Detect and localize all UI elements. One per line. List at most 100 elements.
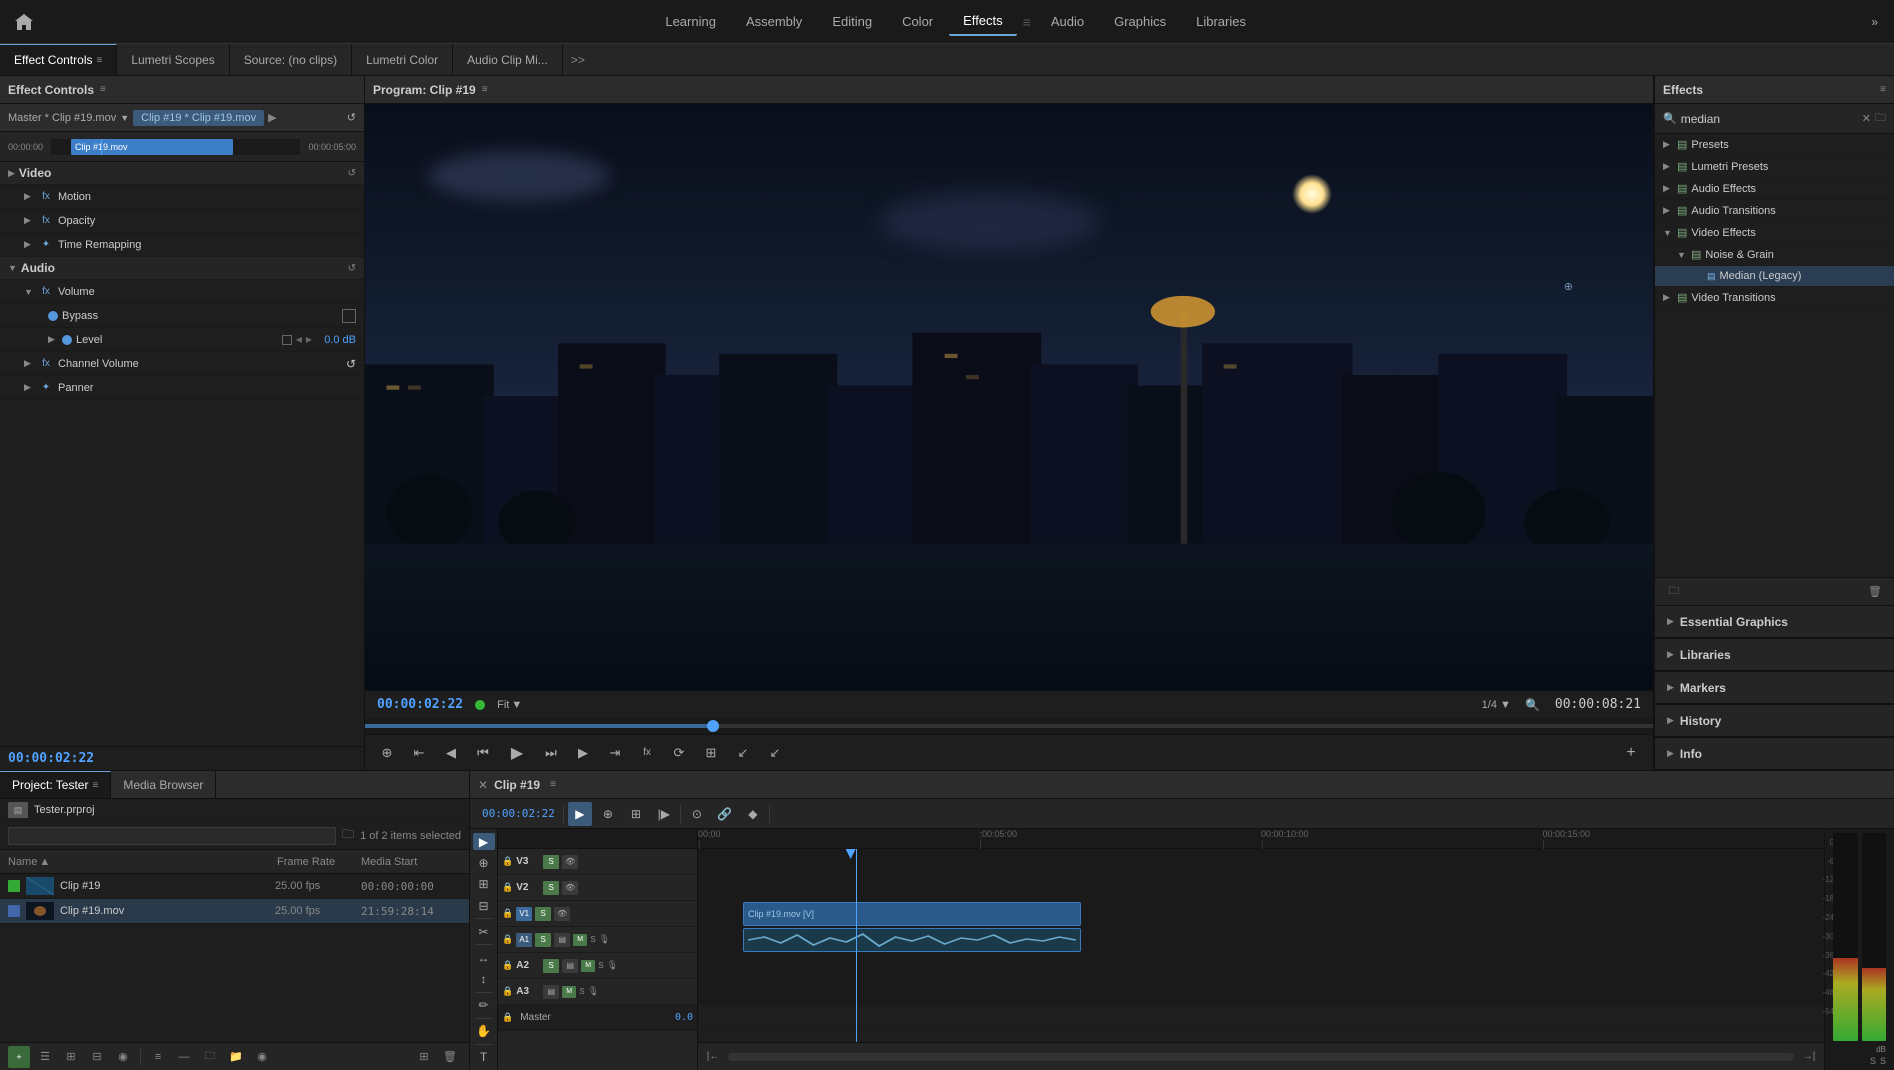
proj-metadata[interactable]: ◉ xyxy=(251,1046,273,1068)
nav-more-button[interactable]: » xyxy=(1863,15,1886,29)
transport-loop[interactable]: ⟳ xyxy=(665,739,693,767)
tab-media-browser[interactable]: Media Browser xyxy=(111,771,216,798)
transport-fx[interactable]: fx xyxy=(633,739,661,767)
v1-clip-block[interactable]: Clip #19.mov [V] xyxy=(743,902,1081,926)
transport-play[interactable]: ▶ xyxy=(501,737,533,769)
ec-reset-button[interactable]: ↺ xyxy=(347,111,356,124)
ratio-selector[interactable]: 1/4 ▼ xyxy=(1482,699,1511,711)
proj-icon-view[interactable]: ⊞ xyxy=(60,1046,82,1068)
master-value[interactable]: 0.0 xyxy=(675,1012,693,1023)
a2-lock[interactable]: 🔒 xyxy=(502,960,513,971)
ec-time-bar[interactable]: Clip #19.mov xyxy=(51,139,300,155)
v3-sync[interactable]: S xyxy=(543,855,559,869)
tl-tool-ripple[interactable]: ⊕ xyxy=(473,854,495,871)
v3-lock[interactable]: 🔒 xyxy=(502,856,513,867)
track-a2-content[interactable] xyxy=(698,953,1824,979)
v2-sync[interactable]: S xyxy=(543,881,559,895)
video-section-header[interactable]: ▶ Video ↺ xyxy=(0,162,364,185)
transport-multi-cam[interactable]: ⊞ xyxy=(697,739,725,767)
clip-name-selector[interactable]: Clip #19 * Clip #19.mov xyxy=(133,110,264,126)
effects-new-folder[interactable]: 🗀 xyxy=(1663,581,1685,603)
a2-sync[interactable]: S xyxy=(543,959,559,973)
libraries-header[interactable]: ▶ Libraries xyxy=(1655,639,1894,671)
effects-delete[interactable]: 🗑 xyxy=(1864,581,1886,603)
channel-vol-expand[interactable]: ▶ xyxy=(24,358,34,369)
track-a1-content[interactable] xyxy=(698,927,1824,953)
time-remap-expand[interactable]: ▶ xyxy=(24,239,34,250)
video-section-reset[interactable]: ↺ xyxy=(348,168,356,179)
tl-tool-razor[interactable]: ✂ xyxy=(473,923,495,940)
master-lock[interactable]: 🔒 xyxy=(502,1012,513,1023)
tl-tool-type[interactable]: T xyxy=(473,1049,495,1066)
track-a3-content[interactable] xyxy=(698,979,1824,1005)
transport-prev-edit[interactable]: ⏮ xyxy=(469,739,497,767)
a1-mute[interactable]: M xyxy=(573,934,587,946)
audio-section-header[interactable]: ▼ Audio ↺ xyxy=(0,257,364,280)
transport-insert[interactable]: ↙ xyxy=(729,739,757,767)
proj-magnifier[interactable]: ◉ xyxy=(112,1046,134,1068)
tl-select-tool[interactable]: ▶ xyxy=(568,802,592,826)
a2-expand[interactable]: ▤ xyxy=(562,959,578,973)
a1-solo[interactable]: S xyxy=(590,935,595,944)
tl-timecode-display[interactable]: 00:00:02:22 xyxy=(478,802,559,826)
a1-clip-block[interactable] xyxy=(743,928,1081,952)
level-value[interactable]: 0.0 dB xyxy=(316,334,356,346)
tl-tool-hand[interactable]: ✋ xyxy=(473,1023,495,1040)
a3-expand[interactable]: ▤ xyxy=(543,985,559,999)
a3-mute[interactable]: M xyxy=(562,986,576,998)
essential-graphics-header[interactable]: ▶ Essential Graphics xyxy=(1655,606,1894,638)
bypass-checkbox[interactable] xyxy=(342,309,356,323)
bypass-dot[interactable] xyxy=(48,311,58,321)
v2-eye[interactable]: 👁 xyxy=(562,881,578,895)
tl-tool-pen[interactable]: ✏ xyxy=(473,997,495,1014)
info-header[interactable]: ▶ Info xyxy=(1655,738,1894,770)
tl-linked[interactable]: 🔗 xyxy=(713,802,737,826)
a3-solo[interactable]: S xyxy=(579,987,584,996)
nav-libraries[interactable]: Libraries xyxy=(1182,8,1260,35)
timeline-close[interactable]: ✕ xyxy=(478,778,488,792)
proj-automate[interactable]: ≡ xyxy=(147,1046,169,1068)
proj-new-bin[interactable]: + xyxy=(8,1046,30,1068)
transport-back-to-in[interactable]: ⇤ xyxy=(405,739,433,767)
program-menu-icon[interactable]: ≡ xyxy=(482,84,488,95)
transport-overlay[interactable]: ↙ xyxy=(761,739,789,767)
master-dropdown-arrow[interactable]: ▼ xyxy=(120,113,129,123)
a2-mute[interactable]: M xyxy=(581,960,595,972)
tree-lumetri-presets[interactable]: ▶ ▤ Lumetri Presets xyxy=(1655,156,1894,178)
transport-next-edit[interactable]: ⏭ xyxy=(537,739,565,767)
scrub-head[interactable] xyxy=(707,720,719,732)
a2-solo[interactable]: S xyxy=(598,961,603,970)
tree-noise-grain[interactable]: ▼ ▤ Noise & Grain xyxy=(1655,244,1894,266)
proj-find[interactable]: — xyxy=(173,1046,195,1068)
proj-new-folder[interactable]: 📁 xyxy=(225,1046,247,1068)
project-item-clip19[interactable]: Clip #19 25.00 fps 00:00:00:00 xyxy=(0,874,469,899)
tree-presets[interactable]: ▶ ▤ Presets xyxy=(1655,134,1894,156)
nav-learning[interactable]: Learning xyxy=(651,8,730,35)
level-next[interactable]: ▶ xyxy=(306,335,312,344)
fit-dropdown[interactable]: Fit ▼ xyxy=(497,699,522,711)
v1-lock[interactable]: 🔒 xyxy=(502,908,513,919)
project-search-input[interactable] xyxy=(8,827,336,845)
monitor-current-time[interactable]: 00:00:02:22 xyxy=(377,697,463,712)
tl-scroll-bar[interactable] xyxy=(728,1053,1794,1061)
channel-vol-reset[interactable]: ↺ xyxy=(346,357,356,371)
history-header[interactable]: ▶ History xyxy=(1655,705,1894,737)
tree-median-legacy[interactable]: ▤ Median (Legacy) xyxy=(1655,266,1894,287)
tab-audio-clip-mixer[interactable]: Audio Clip Mi... xyxy=(453,44,563,75)
tree-audio-transitions[interactable]: ▶ ▤ Audio Transitions xyxy=(1655,200,1894,222)
col-name[interactable]: Name ▲ xyxy=(8,856,273,868)
level-keyframe[interactable] xyxy=(282,335,292,345)
col-start[interactable]: Media Start xyxy=(361,856,461,868)
proj-new-item[interactable]: 🗀 xyxy=(199,1046,221,1068)
v1-sync[interactable]: S xyxy=(535,907,551,921)
transport-step-back[interactable]: ◀ xyxy=(437,739,465,767)
track-v1-content[interactable]: Clip #19.mov [V] xyxy=(698,901,1824,927)
tab-effect-controls[interactable]: Effect Controls ≡ xyxy=(0,44,117,75)
track-v2-content[interactable] xyxy=(698,875,1824,901)
tl-tool-rate[interactable]: ⊟ xyxy=(473,897,495,914)
col-fps[interactable]: Frame Rate xyxy=(277,856,357,868)
tl-tool-selection[interactable]: ▶ xyxy=(473,833,495,850)
v3-eye[interactable]: 👁 xyxy=(562,855,578,869)
motion-expand[interactable]: ▶ xyxy=(24,191,34,202)
ec-play-button[interactable]: ▶ xyxy=(268,111,276,124)
